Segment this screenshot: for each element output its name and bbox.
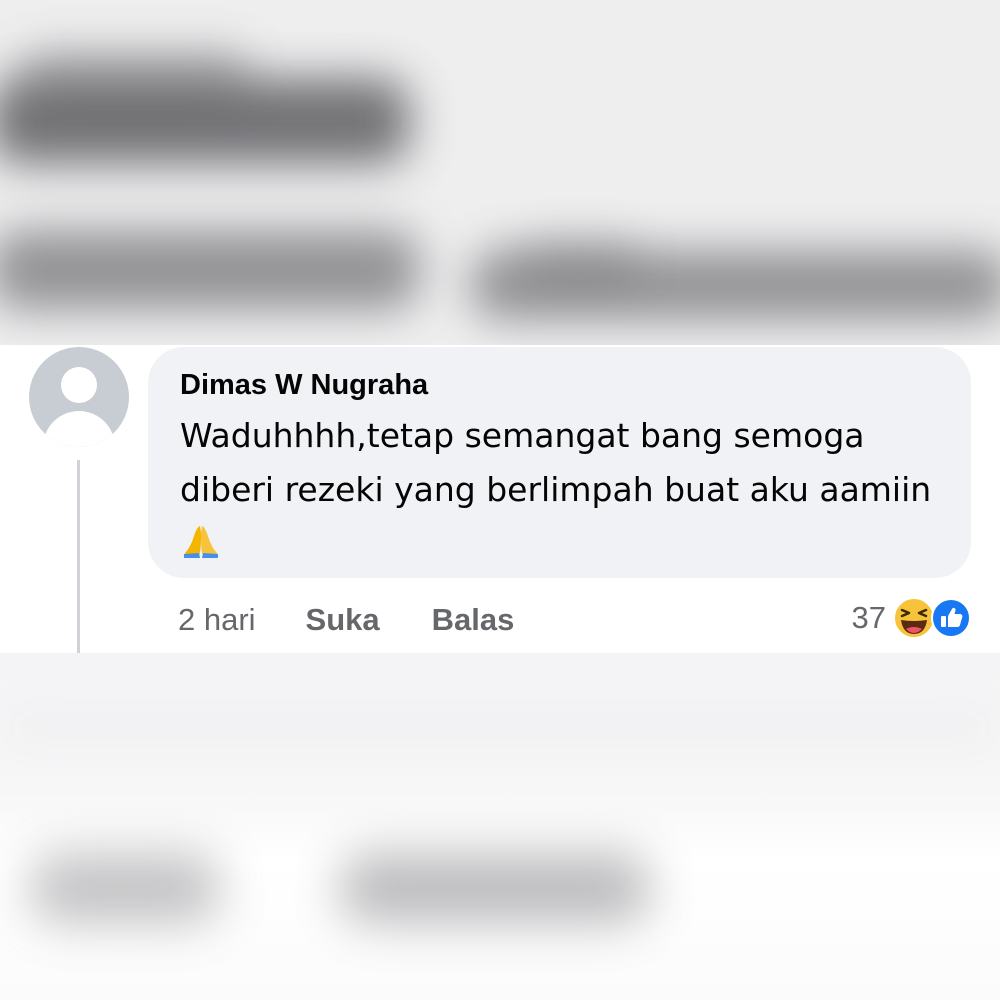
reaction-count: 37: [851, 600, 886, 635]
comment-actions: 2 hari Suka Balas: [178, 600, 566, 640]
avatar-default-head: [61, 367, 97, 403]
comment-timestamp[interactable]: 2 hari: [178, 602, 256, 638]
reply-button[interactable]: Balas: [432, 602, 515, 638]
screenshot: Dimas W Nugraha Waduhhhh,tetap semangat …: [0, 0, 1000, 1000]
comment: Dimas W Nugraha Waduhhhh,tetap semangat …: [0, 345, 1000, 653]
like-button[interactable]: Suka: [306, 602, 380, 638]
comment-bubble: Dimas W Nugraha Waduhhhh,tetap semangat …: [148, 347, 971, 578]
reaction-summary[interactable]: 37: [852, 595, 972, 641]
avatar-default-body: [43, 411, 115, 447]
comment-body: Waduhhhh,tetap semangat bang semoga dibe…: [180, 416, 932, 509]
comment-author[interactable]: Dimas W Nugraha: [180, 367, 941, 403]
reply-thread-line: [77, 460, 80, 653]
avatar[interactable]: [29, 347, 129, 447]
blurred-content-top: [0, 0, 1000, 345]
comment-text: Waduhhhh,tetap semangat bang semoga dibe…: [180, 409, 960, 575]
blurred-content-bottom: [0, 653, 1000, 1000]
like-reaction-icon: [930, 597, 972, 639]
folded-hands-emoji-icon: [182, 521, 220, 575]
